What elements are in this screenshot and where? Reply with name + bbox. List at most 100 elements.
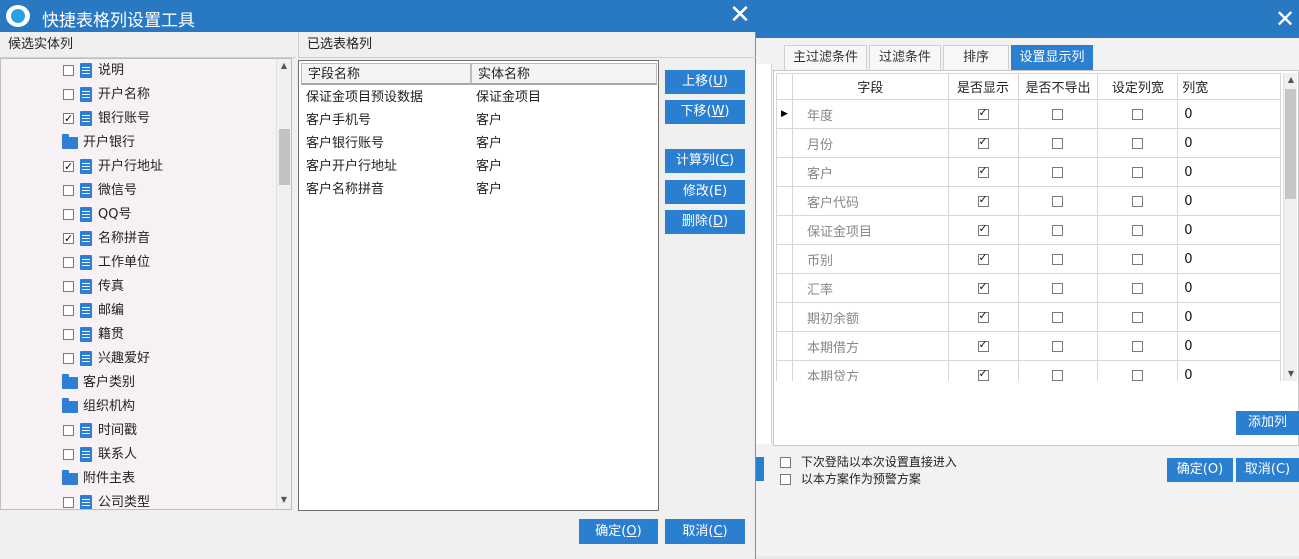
tree-item-checkbox[interactable]	[63, 449, 74, 460]
show-checkbox[interactable]	[977, 280, 989, 294]
tree-item-checkbox[interactable]	[63, 109, 74, 129]
no-export-checkbox[interactable]	[1052, 311, 1064, 323]
tree-folder[interactable]: 附件主表	[1, 467, 273, 491]
grid-cell-width[interactable]: 0	[1177, 186, 1281, 216]
grid-row[interactable]: 保证金项目 0	[776, 215, 1281, 245]
set-width-checkbox[interactable]	[1132, 311, 1144, 323]
grid-cell-width[interactable]: 0	[1177, 215, 1281, 245]
tree-item[interactable]: 籍贯	[1, 323, 273, 347]
grid-row[interactable]: 月份 0	[776, 128, 1281, 158]
move-up-button[interactable]: 上移(U)	[665, 70, 745, 94]
grid-cell-width[interactable]: 0	[1177, 302, 1281, 332]
add-column-button[interactable]: 添加列	[1236, 411, 1299, 435]
auto-enter-checkbox[interactable]	[780, 457, 791, 468]
background-partial-button[interactable]	[756, 457, 764, 481]
tab-sort[interactable]: 排序	[943, 45, 1009, 70]
tree-item[interactable]: 开户名称	[1, 83, 273, 107]
edit-button[interactable]: 修改(E)	[665, 180, 745, 204]
tree-item-checkbox[interactable]	[63, 229, 74, 249]
tree-folder[interactable]: 客户类别	[1, 371, 273, 395]
set-width-checkbox[interactable]	[1132, 282, 1144, 294]
selected-row[interactable]: 客户手机号 客户	[299, 109, 655, 132]
tree-vertical-scrollbar[interactable]: ▲ ▼	[276, 59, 291, 509]
colheader-field-name[interactable]: 字段名称	[301, 63, 471, 85]
tab-display-columns[interactable]: 设置显示列	[1011, 45, 1093, 70]
move-down-button[interactable]: 下移(W)	[665, 100, 745, 124]
no-export-checkbox[interactable]	[1052, 369, 1064, 381]
grid-row[interactable]: 币别 0	[776, 244, 1281, 274]
grid-cell-width[interactable]: 0	[1177, 331, 1281, 361]
tree-item-checkbox[interactable]	[63, 157, 74, 177]
grid-row[interactable]: 客户 0	[776, 157, 1281, 187]
tab-main-filter[interactable]: 主过滤条件	[784, 45, 867, 70]
background-cancel-button[interactable]: 取消(C)	[1236, 458, 1299, 482]
set-width-checkbox[interactable]	[1132, 340, 1144, 352]
selected-row[interactable]: 客户银行账号 客户	[299, 132, 655, 155]
no-export-checkbox[interactable]	[1052, 282, 1064, 294]
tree-item-checkbox[interactable]	[63, 89, 74, 100]
show-checkbox[interactable]	[977, 135, 989, 149]
grid-header-set-width[interactable]: 设定列宽	[1097, 73, 1179, 100]
tree-item-checkbox[interactable]	[63, 425, 74, 436]
tree-item[interactable]: 公司类型	[1, 491, 273, 509]
tree-item[interactable]: 说明	[1, 59, 273, 83]
set-width-checkbox[interactable]	[1132, 253, 1144, 265]
calc-column-button[interactable]: 计算列(C)	[665, 149, 745, 173]
tree-item[interactable]: 工作单位	[1, 251, 273, 275]
set-width-checkbox[interactable]	[1132, 369, 1144, 381]
grid-scroll-thumb[interactable]	[1285, 89, 1296, 199]
tree-scroll-up-icon[interactable]: ▲	[277, 59, 291, 73]
grid-header-field[interactable]: 字段	[791, 73, 949, 100]
selected-row[interactable]: 客户开户行地址 客户	[299, 155, 655, 178]
tree-item-checkbox[interactable]	[63, 329, 74, 340]
grid-row[interactable]: ▶年度 0	[776, 99, 1281, 129]
show-checkbox[interactable]	[977, 106, 989, 120]
option-alert-plan[interactable]: 以本方案作为预警方案	[780, 470, 921, 487]
set-width-checkbox[interactable]	[1132, 166, 1144, 178]
tree-item[interactable]: QQ号	[1, 203, 273, 227]
ok-button[interactable]: 确定(O)	[579, 519, 658, 544]
tree-scroll-thumb[interactable]	[279, 129, 290, 185]
set-width-checkbox[interactable]	[1132, 195, 1144, 207]
tree-item[interactable]: 微信号	[1, 179, 273, 203]
grid-cell-width[interactable]: 0	[1177, 157, 1281, 187]
tree-item-checkbox[interactable]	[63, 65, 74, 76]
tree-folder[interactable]: 开户银行	[1, 131, 273, 155]
no-export-checkbox[interactable]	[1052, 137, 1064, 149]
selected-row[interactable]: 客户名称拼音 客户	[299, 178, 655, 201]
grid-cell-width[interactable]: 0	[1177, 360, 1281, 381]
tree-item[interactable]: 邮编	[1, 299, 273, 323]
no-export-checkbox[interactable]	[1052, 340, 1064, 352]
grid-row[interactable]: 客户代码 0	[776, 186, 1281, 216]
no-export-checkbox[interactable]	[1052, 195, 1064, 207]
tree-item-checkbox[interactable]	[63, 353, 74, 364]
no-export-checkbox[interactable]	[1052, 224, 1064, 236]
show-checkbox[interactable]	[977, 367, 989, 381]
cancel-button[interactable]: 取消(C)	[665, 519, 745, 544]
tree-item[interactable]: 名称拼音	[1, 227, 273, 251]
show-checkbox[interactable]	[977, 338, 989, 352]
grid-header-show[interactable]: 是否显示	[947, 73, 1019, 100]
delete-button[interactable]: 删除(D)	[665, 210, 745, 234]
grid-header-width[interactable]: 列宽	[1177, 73, 1281, 100]
dialog-close-icon[interactable]: ✕	[728, 2, 752, 28]
tree-item[interactable]: 开户行地址	[1, 155, 273, 179]
tree-item[interactable]: 兴趣爱好	[1, 347, 273, 371]
grid-cell-width[interactable]: 0	[1177, 244, 1281, 274]
no-export-checkbox[interactable]	[1052, 166, 1064, 178]
grid-cell-width[interactable]: 0	[1177, 128, 1281, 158]
tree-item-checkbox[interactable]	[63, 305, 74, 316]
tree-item[interactable]: 时间戳	[1, 419, 273, 443]
grid-header-no-export[interactable]: 是否不导出	[1017, 73, 1099, 100]
show-checkbox[interactable]	[977, 251, 989, 265]
show-checkbox[interactable]	[977, 164, 989, 178]
grid-row[interactable]: 本期借方 0	[776, 331, 1281, 361]
selected-row[interactable]: 保证金项目预设数据 保证金项目	[299, 86, 655, 109]
tree-scroll-down-icon[interactable]: ▼	[277, 493, 291, 507]
grid-row[interactable]: 期初余额 0	[776, 302, 1281, 332]
tree-item-checkbox[interactable]	[63, 209, 74, 220]
scroll-down-icon[interactable]: ▼	[1284, 367, 1298, 381]
tree-item[interactable]: 银行账号	[1, 107, 273, 131]
colheader-entity-name[interactable]: 实体名称	[471, 63, 657, 85]
grid-cell-width[interactable]: 0	[1177, 273, 1281, 303]
